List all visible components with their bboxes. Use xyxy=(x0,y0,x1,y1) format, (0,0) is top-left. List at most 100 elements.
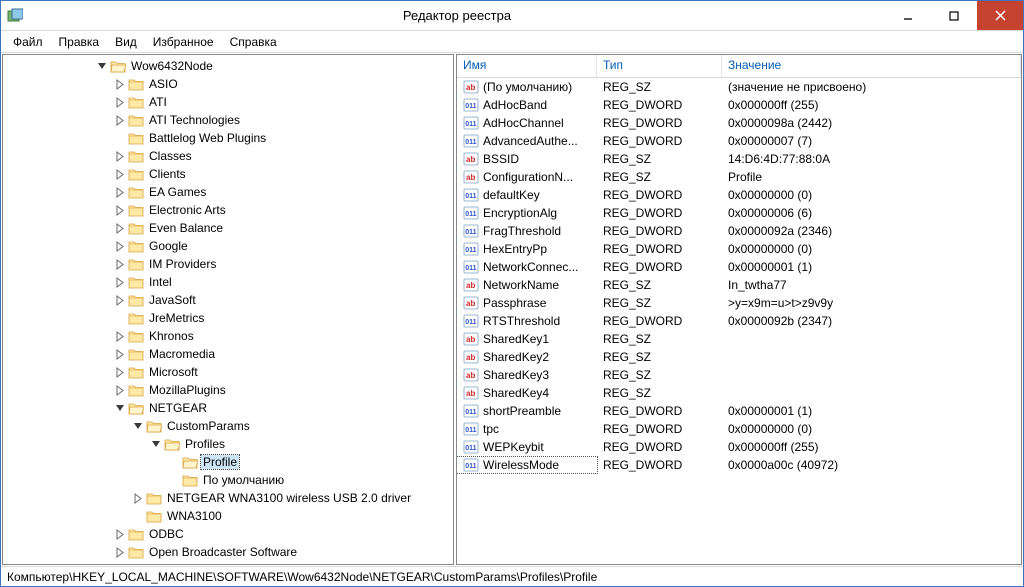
tree-item[interactable]: NETGEAR xyxy=(3,399,453,417)
col-header-name[interactable]: Имя xyxy=(457,55,597,77)
tree-toggle-icon[interactable] xyxy=(115,331,126,342)
tree-item[interactable]: Intel xyxy=(3,273,453,291)
list-row[interactable]: EncryptionAlg REG_DWORD 0x00000006 (6) xyxy=(457,204,1021,222)
list-row[interactable]: Passphrase REG_SZ >y=x9m=u>t>z9v9y xyxy=(457,294,1021,312)
value-name: BSSID xyxy=(483,152,519,166)
tree-toggle-icon[interactable] xyxy=(115,259,126,270)
tree-toggle-icon[interactable] xyxy=(115,367,126,378)
close-button[interactable] xyxy=(977,1,1023,30)
tree-toggle-icon[interactable] xyxy=(97,61,108,72)
menu-view[interactable]: Вид xyxy=(107,33,145,51)
value-type: REG_SZ xyxy=(597,332,722,346)
tree-item[interactable]: Khronos xyxy=(3,327,453,345)
value-type: REG_SZ xyxy=(597,278,722,292)
list-row[interactable]: WEPKeybit REG_DWORD 0x000000ff (255) xyxy=(457,438,1021,456)
tree-toggle-icon[interactable] xyxy=(115,79,126,90)
tree-item[interactable]: Microsoft xyxy=(3,363,453,381)
tree-toggle-icon[interactable] xyxy=(115,385,126,396)
tree-toggle-icon[interactable] xyxy=(115,169,126,180)
menu-help[interactable]: Справка xyxy=(222,33,285,51)
menu-edit[interactable]: Правка xyxy=(51,33,108,51)
tree-toggle-icon[interactable] xyxy=(133,493,144,504)
tree-item[interactable]: WNA3100 xyxy=(3,507,453,525)
tree-item[interactable]: JavaSoft xyxy=(3,291,453,309)
value-type: REG_DWORD xyxy=(597,206,722,220)
list-row[interactable]: ConfigurationN... REG_SZ Profile xyxy=(457,168,1021,186)
value-name: SharedKey4 xyxy=(483,386,549,400)
list-row[interactable]: SharedKey2 REG_SZ xyxy=(457,348,1021,366)
list-row[interactable]: SharedKey4 REG_SZ xyxy=(457,384,1021,402)
col-header-value[interactable]: Значение xyxy=(722,55,1021,77)
list-row[interactable]: RTSThreshold REG_DWORD 0x0000092b (2347) xyxy=(457,312,1021,330)
value-data: 0x0000098a (2442) xyxy=(722,116,1021,130)
tree-item-label: JreMetrics xyxy=(147,311,206,325)
list-row[interactable]: shortPreamble REG_DWORD 0x00000001 (1) xyxy=(457,402,1021,420)
tree-item[interactable]: ATI Technologies xyxy=(3,111,453,129)
value-type: REG_SZ xyxy=(597,386,722,400)
list-row[interactable]: AdvancedAuthe... REG_DWORD 0x00000007 (7… xyxy=(457,132,1021,150)
value-type: REG_SZ xyxy=(597,170,722,184)
tree-toggle-icon[interactable] xyxy=(115,403,126,414)
list-row[interactable]: FragThreshold REG_DWORD 0x0000092a (2346… xyxy=(457,222,1021,240)
tree-item[interactable]: Opera Software xyxy=(3,561,453,565)
tree-toggle-icon[interactable] xyxy=(115,349,126,360)
tree-item[interactable]: JreMetrics xyxy=(3,309,453,327)
tree-toggle-icon[interactable] xyxy=(133,421,144,432)
tree-item[interactable]: Profiles xyxy=(3,435,453,453)
menu-fav[interactable]: Избранное xyxy=(145,33,222,51)
tree-item[interactable]: Google xyxy=(3,237,453,255)
tree-item[interactable]: ATI xyxy=(3,93,453,111)
tree-toggle-icon[interactable] xyxy=(115,115,126,126)
list-row[interactable]: tpc REG_DWORD 0x00000000 (0) xyxy=(457,420,1021,438)
list-row[interactable]: WirelessMode REG_DWORD 0x0000a00c (40972… xyxy=(457,456,1021,474)
tree-toggle-icon[interactable] xyxy=(151,439,162,450)
menu-file[interactable]: Файл xyxy=(5,33,51,51)
tree-item[interactable]: Even Balance xyxy=(3,219,453,237)
list-row[interactable]: SharedKey1 REG_SZ xyxy=(457,330,1021,348)
tree-toggle-icon[interactable] xyxy=(115,277,126,288)
list-row[interactable]: AdHocBand REG_DWORD 0x000000ff (255) xyxy=(457,96,1021,114)
list-body[interactable]: (По умолчанию) REG_SZ (значение не присв… xyxy=(457,78,1021,564)
tree-item[interactable]: Clients xyxy=(3,165,453,183)
tree-toggle-icon[interactable] xyxy=(115,547,126,558)
maximize-button[interactable] xyxy=(931,1,977,30)
col-header-type[interactable]: Тип xyxy=(597,55,722,77)
tree-item-label: Macromedia xyxy=(147,347,217,361)
tree-item[interactable]: MozillaPlugins xyxy=(3,381,453,399)
tree-item[interactable]: CustomParams xyxy=(3,417,453,435)
tree-toggle-icon[interactable] xyxy=(115,187,126,198)
minimize-button[interactable] xyxy=(885,1,931,30)
tree-toggle-icon[interactable] xyxy=(115,529,126,540)
tree-item[interactable]: ODBC xyxy=(3,525,453,543)
tree-item[interactable]: ASIO xyxy=(3,75,453,93)
tree-toggle-icon[interactable] xyxy=(115,223,126,234)
tree-item[interactable]: Profile xyxy=(3,453,453,471)
tree-item[interactable]: NETGEAR WNA3100 wireless USB 2.0 driver xyxy=(3,489,453,507)
tree-toggle-icon[interactable] xyxy=(115,151,126,162)
tree-item-label: Even Balance xyxy=(147,221,225,235)
list-row[interactable]: NetworkName REG_SZ In_twtha77 xyxy=(457,276,1021,294)
tree-item[interactable]: Wow6432Node xyxy=(3,57,453,75)
list-row[interactable]: BSSID REG_SZ 14:D6:4D:77:88:0A xyxy=(457,150,1021,168)
list-row[interactable]: AdHocChannel REG_DWORD 0x0000098a (2442) xyxy=(457,114,1021,132)
tree-toggle-icon[interactable] xyxy=(115,241,126,252)
tree-item[interactable]: По умолчанию xyxy=(3,471,453,489)
tree-item[interactable]: Macromedia xyxy=(3,345,453,363)
list-row[interactable]: SharedKey3 REG_SZ xyxy=(457,366,1021,384)
value-name: HexEntryPp xyxy=(483,242,547,256)
window-title: Редактор реестра xyxy=(29,8,885,23)
tree-item[interactable]: Electronic Arts xyxy=(3,201,453,219)
tree-pane[interactable]: Wow6432Node ASIO ATI ATI Technologies Ba… xyxy=(2,54,454,565)
tree-toggle-icon[interactable] xyxy=(115,295,126,306)
list-row[interactable]: (По умолчанию) REG_SZ (значение не присв… xyxy=(457,78,1021,96)
tree-item[interactable]: Open Broadcaster Software xyxy=(3,543,453,561)
tree-item[interactable]: Classes xyxy=(3,147,453,165)
tree-toggle-icon[interactable] xyxy=(115,205,126,216)
tree-item[interactable]: IM Providers xyxy=(3,255,453,273)
list-row[interactable]: defaultKey REG_DWORD 0x00000000 (0) xyxy=(457,186,1021,204)
tree-item[interactable]: Battlelog Web Plugins xyxy=(3,129,453,147)
tree-toggle-icon[interactable] xyxy=(115,97,126,108)
tree-item[interactable]: EA Games xyxy=(3,183,453,201)
list-row[interactable]: NetworkConnec... REG_DWORD 0x00000001 (1… xyxy=(457,258,1021,276)
list-row[interactable]: HexEntryPp REG_DWORD 0x00000000 (0) xyxy=(457,240,1021,258)
